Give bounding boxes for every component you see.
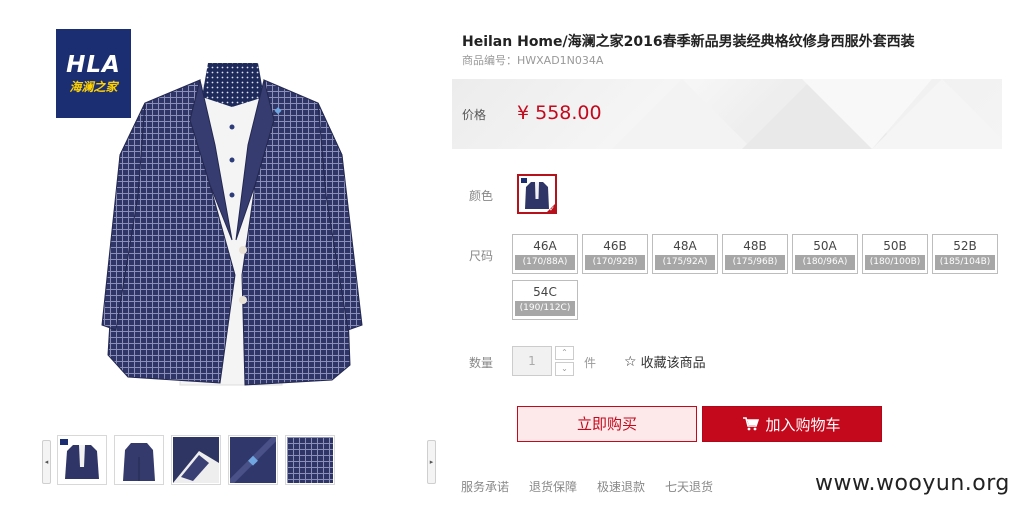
size-fit: (175/96B) xyxy=(725,255,785,270)
price-label: 价格 xyxy=(462,108,487,122)
quantity-increase-button[interactable]: ⌃ xyxy=(555,346,574,360)
service-link-fast-refund[interactable]: 极速退款 xyxy=(597,478,645,495)
size-option-46a[interactable]: 46A (170/88A) xyxy=(512,234,578,274)
favorite-label: 收藏该商品 xyxy=(640,356,706,371)
size-label: 尺码 xyxy=(469,249,494,263)
size-option-48b[interactable]: 48B (175/96B) xyxy=(722,234,788,274)
color-label: 颜色 xyxy=(469,189,494,203)
thumbnail-button-detail[interactable] xyxy=(228,435,278,485)
size-option-50a[interactable]: 50A (180/96A) xyxy=(792,234,858,274)
price-value: ¥ 558.00 xyxy=(517,102,602,124)
quantity-input[interactable]: 1 xyxy=(512,346,552,376)
size-fit: (190/112C) xyxy=(515,301,575,316)
size-code: 46A xyxy=(533,239,557,253)
size-fit: (180/96A) xyxy=(795,255,855,270)
price-panel: 价格 ¥ 558.00 xyxy=(452,79,1002,149)
blazer-fabric-detail-thumb xyxy=(287,437,333,483)
buy-now-button[interactable]: 立即购买 xyxy=(517,406,697,442)
size-fit: (180/100B) xyxy=(865,255,925,270)
logo-text: HLA xyxy=(66,51,121,78)
thumbnail-back[interactable] xyxy=(114,435,164,485)
chevron-left-icon: ◂ xyxy=(44,458,49,466)
watermark: www.wooyun.org xyxy=(815,471,1010,496)
star-outline-icon: ☆ xyxy=(624,353,637,370)
size-code: 52B xyxy=(953,239,977,253)
service-link-seven-day-return[interactable]: 七天退货 xyxy=(665,478,713,495)
favorite-button[interactable]: ☆ 收藏该商品 xyxy=(624,352,706,372)
check-icon: ✓ xyxy=(549,205,555,213)
chevron-down-icon: ⌄ xyxy=(561,364,568,373)
product-title: Heilan Home/海澜之家2016春季新品男装经典格纹修身西服外套西装 xyxy=(462,34,915,50)
size-code: 50B xyxy=(883,239,907,253)
service-link-return-guarantee[interactable]: 退货保障 xyxy=(529,478,577,495)
quantity-decrease-button[interactable]: ⌄ xyxy=(555,362,574,376)
product-sku: 商品编号：HWXAD1N034A xyxy=(462,54,604,67)
add-to-cart-label: 加入购物车 xyxy=(765,415,841,434)
size-code: 50A xyxy=(813,239,837,253)
size-fit: (170/92B) xyxy=(585,255,645,270)
size-option-50b[interactable]: 50B (180/100B) xyxy=(862,234,928,274)
size-option-46b[interactable]: 46B (170/92B) xyxy=(582,234,648,274)
size-option-48a[interactable]: 48A (175/92A) xyxy=(652,234,718,274)
thumbnail-prev-button[interactable]: ◂ xyxy=(42,440,51,484)
size-code: 48B xyxy=(743,239,767,253)
thumbnail-strip xyxy=(57,435,335,485)
thumbnail-lapel-detail[interactable] xyxy=(171,435,221,485)
size-fit: (170/88A) xyxy=(515,255,575,270)
size-option-52b[interactable]: 52B (185/104B) xyxy=(932,234,998,274)
add-to-cart-button[interactable]: 加入购物车 xyxy=(702,406,882,442)
size-code: 54C xyxy=(533,285,557,299)
service-link-promise[interactable]: 服务承诺 xyxy=(461,478,509,495)
blazer-front-thumb xyxy=(60,439,99,479)
shopping-cart-icon xyxy=(743,417,760,431)
size-fit: (175/92A) xyxy=(655,255,715,270)
blazer-back-thumb xyxy=(123,443,155,481)
quantity-label: 数量 xyxy=(469,356,494,370)
size-code: 48A xyxy=(673,239,697,253)
chevron-up-icon: ⌃ xyxy=(561,348,568,357)
size-fit: (185/104B) xyxy=(935,255,995,270)
brand-logo[interactable]: HLA 海澜之家 xyxy=(56,29,131,118)
blazer-button-detail-thumb xyxy=(230,437,276,483)
blazer-lapel-detail-thumb xyxy=(173,437,219,483)
thumbnail-next-button[interactable]: ▸ xyxy=(427,440,436,484)
thumbnail-front[interactable] xyxy=(57,435,107,485)
size-option-54c[interactable]: 54C (190/112C) xyxy=(512,280,578,320)
logo-subtext: 海澜之家 xyxy=(69,79,118,94)
quantity-unit: 件 xyxy=(584,356,597,370)
size-code: 46B xyxy=(603,239,627,253)
thumbnail-fabric-detail[interactable] xyxy=(285,435,335,485)
chevron-right-icon: ▸ xyxy=(429,458,434,466)
color-swatch-selected[interactable]: ✓ xyxy=(517,174,557,214)
